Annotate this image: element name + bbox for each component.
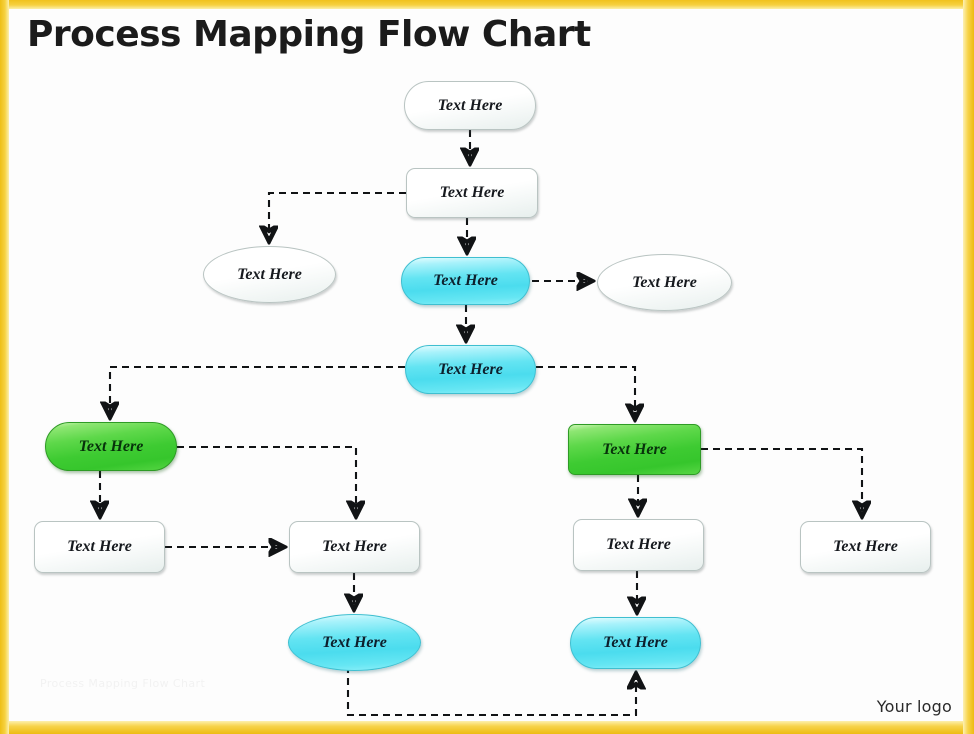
flow-node-label: Text Here <box>67 538 132 555</box>
flow-node-label: Text Here <box>322 538 387 555</box>
flow-node-label: Text Here <box>602 440 667 458</box>
logo-placeholder: Your logo <box>876 697 952 716</box>
flow-node-n5[interactable]: Text Here <box>597 254 732 311</box>
flow-node-n11[interactable]: Text Here <box>573 519 704 571</box>
flow-node-label: Text Here <box>437 96 503 114</box>
flow-node-label: Text Here <box>439 184 505 201</box>
connector-c9 <box>177 445 356 516</box>
watermark-text: Process Mapping Flow Chart <box>40 677 206 690</box>
flow-node-n3[interactable]: Text Here <box>203 246 336 303</box>
flow-node-n9[interactable]: Text Here <box>34 521 165 573</box>
flow-node-label: Text Here <box>603 634 668 651</box>
flow-node-label: Text Here <box>237 265 302 283</box>
flow-node-n7[interactable]: Text Here <box>45 422 177 471</box>
flow-node-n4[interactable]: Text Here <box>401 257 530 305</box>
flow-node-label: Text Here <box>632 273 697 291</box>
connector-c12 <box>701 447 862 516</box>
flow-node-n6[interactable]: Text Here <box>405 345 536 394</box>
flow-node-n1[interactable]: Text Here <box>404 81 536 130</box>
flow-node-n14[interactable]: Text Here <box>570 617 701 669</box>
connector-c7 <box>536 365 635 419</box>
flow-node-n13[interactable]: Text Here <box>288 614 421 671</box>
flow-node-n8[interactable]: Text Here <box>568 424 701 475</box>
page-title: Process Mapping Flow Chart <box>27 14 591 55</box>
flow-node-n10[interactable]: Text Here <box>289 521 420 573</box>
flow-node-label: Text Here <box>438 360 503 378</box>
flow-node-n2[interactable]: Text Here <box>406 168 538 218</box>
slide-border-top <box>0 0 974 9</box>
connector-c15 <box>346 666 636 717</box>
flow-node-label: Text Here <box>606 536 671 553</box>
flow-node-label: Text Here <box>78 437 144 455</box>
flow-node-label: Text Here <box>833 538 898 555</box>
slide-border-bottom <box>0 721 974 734</box>
slide-border-left <box>0 0 9 734</box>
connector-c2 <box>269 191 406 241</box>
slide-border-right <box>963 0 974 734</box>
flow-node-label: Text Here <box>322 633 387 651</box>
flow-node-label: Text Here <box>433 272 498 289</box>
slide-canvas: Process Mapping Flow Chart Text Here Text… <box>0 0 974 734</box>
connector-c6 <box>110 365 405 417</box>
flow-node-n12[interactable]: Text Here <box>800 521 931 573</box>
